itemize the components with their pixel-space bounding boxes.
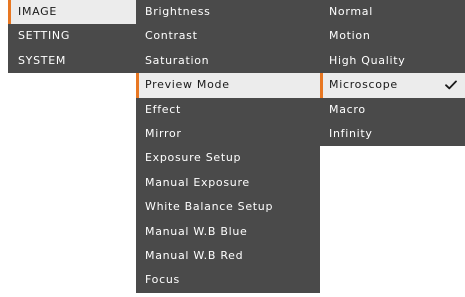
menu-item-label: SYSTEM [18,53,67,67]
option-high-quality[interactable]: High Quality [320,49,465,73]
option-macro[interactable]: Macro [320,98,465,122]
option-label: Infinity [329,126,373,140]
submenu-item-label: Manual Exposure [145,175,250,189]
submenu-item-label: Mirror [145,126,182,140]
option-microscope[interactable]: Microscope [320,73,465,98]
submenu-item-brightness[interactable]: Brightness [136,0,320,24]
submenu-item-label: Preview Mode [145,78,230,92]
submenu-item-contrast[interactable]: Contrast [136,24,320,48]
submenu-item-label: Focus [145,273,180,287]
option-label: Macro [329,102,366,116]
submenu-item-manual-wb-red[interactable]: Manual W.B Red [136,244,320,268]
submenu-item-white-balance-setup[interactable]: White Balance Setup [136,195,320,219]
option-label: Normal [329,5,373,18]
submenu-item-mirror[interactable]: Mirror [136,122,320,146]
option-normal[interactable]: Normal [320,0,465,24]
submenu-item-manual-exposure[interactable]: Manual Exposure [136,171,320,195]
menu-item-label: IMAGE [18,5,58,18]
submenu-item-preview-mode[interactable]: Preview Mode [136,73,320,98]
osd-menu: IMAGE SETTING SYSTEM Brightness Contrast… [0,0,465,297]
submenu-item-effect[interactable]: Effect [136,98,320,122]
image-submenu: Brightness Contrast Saturation Preview M… [136,0,320,293]
option-infinity[interactable]: Infinity [320,122,465,146]
submenu-item-manual-wb-blue[interactable]: Manual W.B Blue [136,220,320,244]
submenu-item-label: Brightness [145,5,211,18]
menu-item-label: SETTING [18,29,71,43]
submenu-item-exposure-setup[interactable]: Exposure Setup [136,146,320,170]
option-motion[interactable]: Motion [320,24,465,48]
menu-item-image[interactable]: IMAGE [8,0,136,25]
submenu-item-label: Contrast [145,29,198,43]
submenu-item-label: Manual W.B Red [145,248,244,262]
submenu-item-label: White Balance Setup [145,200,274,214]
menu-item-setting[interactable]: SETTING [8,24,136,48]
option-label: High Quality [329,53,406,67]
main-menu: IMAGE SETTING SYSTEM [8,0,136,74]
submenu-item-label: Saturation [145,53,210,67]
option-label: Motion [329,29,371,43]
submenu-item-focus[interactable]: Focus [136,268,320,292]
submenu-item-saturation[interactable]: Saturation [136,49,320,73]
option-label: Microscope [329,78,398,92]
submenu-item-label: Manual W.B Blue [145,224,248,238]
submenu-item-label: Exposure Setup [145,151,242,165]
submenu-item-label: Effect [145,102,182,116]
preview-mode-options: Normal Motion High Quality Microscope Ma… [320,0,465,147]
menu-item-system[interactable]: SYSTEM [8,49,136,73]
check-icon [445,73,457,97]
